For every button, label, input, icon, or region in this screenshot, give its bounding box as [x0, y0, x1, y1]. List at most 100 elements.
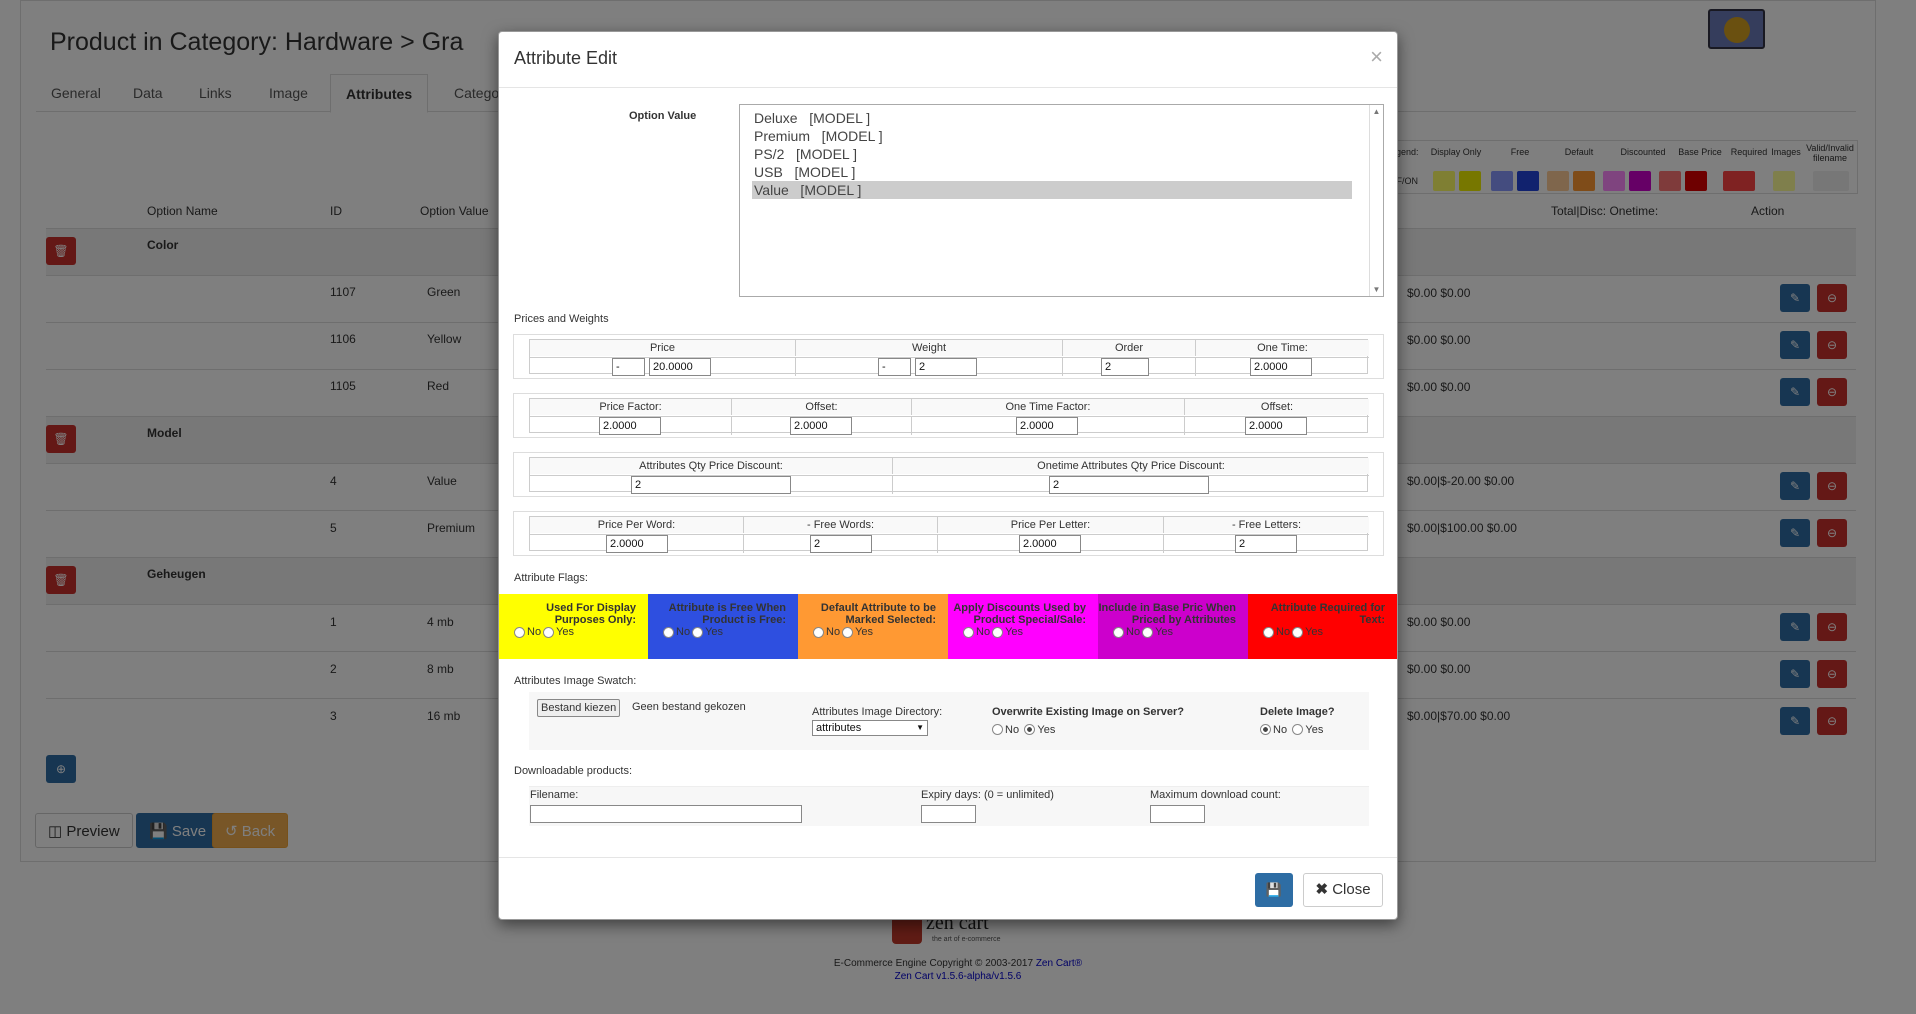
- onetime-input[interactable]: 2.0000: [1250, 358, 1312, 376]
- onetime-qty-discount-input[interactable]: 2: [1049, 476, 1209, 494]
- overwrite-yes-radio[interactable]: [1024, 724, 1036, 736]
- image-directory-value: attributes: [816, 722, 862, 734]
- modal-close-button[interactable]: ✖ Close: [1303, 873, 1383, 907]
- free-letters-input[interactable]: 2: [1235, 535, 1297, 553]
- flag-default: Default Attribute to be Marked Selected:…: [798, 594, 948, 659]
- order-header: Order: [1063, 340, 1196, 356]
- qty-discount-input[interactable]: 2: [631, 476, 791, 494]
- option-scrollbar[interactable]: ▲ ▼: [1369, 105, 1383, 296]
- choose-file-button[interactable]: Bestand kiezen: [537, 699, 621, 717]
- default-yes-radio[interactable]: [842, 626, 854, 638]
- price-weight-panel: Price Weight Order One Time: - 20.0000 -…: [513, 334, 1384, 379]
- no-label: No: [1273, 723, 1288, 736]
- price-per-word-header: Price Per Word:: [530, 517, 744, 533]
- flag-discounts: Apply Discounts Used by Product Special/…: [948, 594, 1098, 659]
- free-yes-radio[interactable]: [692, 626, 704, 638]
- yes-label: Yes: [855, 626, 874, 639]
- option-deluxe[interactable]: Deluxe [MODEL ]: [752, 109, 1352, 127]
- close-icon: ✖: [1315, 881, 1333, 898]
- image-directory-select[interactable]: attributes ▼: [812, 720, 928, 736]
- yes-label: Yes: [1005, 626, 1024, 639]
- weight-prefix-select[interactable]: -: [878, 358, 911, 376]
- onetime-factor-header: One Time Factor:: [912, 399, 1185, 415]
- expiry-label: Expiry days: (0 = unlimited): [921, 789, 1054, 801]
- price-input[interactable]: 20.0000: [649, 358, 711, 376]
- price-per-word-table: Price Per Word: - Free Words: Price Per …: [529, 516, 1369, 553]
- option-usb[interactable]: USB [MODEL ]: [752, 163, 1352, 181]
- scroll-up-icon[interactable]: ▲: [1370, 107, 1383, 116]
- no-label: No: [1005, 723, 1020, 736]
- delete-yes-radio[interactable]: [1292, 724, 1304, 736]
- flag-label: Apply Discounts Used by Product Special/…: [953, 602, 1086, 626]
- yes-label: Yes: [1037, 723, 1056, 736]
- weight-header: Weight: [796, 340, 1063, 356]
- image-swatch-label: Attributes Image Swatch:: [514, 675, 637, 687]
- flag-free: Attribute is Free When Product is Free: …: [648, 594, 798, 659]
- price-per-letter-header: Price Per Letter:: [938, 517, 1164, 533]
- price-factor-input[interactable]: 2.0000: [599, 417, 661, 435]
- delete-no-radio[interactable]: [1260, 724, 1271, 736]
- weight-input[interactable]: 2: [915, 358, 977, 376]
- qty-discount-panel: Attributes Qty Price Discount: Onetime A…: [513, 452, 1384, 497]
- downloadable-label: Downloadable products:: [514, 765, 633, 777]
- price-per-word-panel: Price Per Word: - Free Words: Price Per …: [513, 511, 1384, 556]
- price-offset-input[interactable]: 2.0000: [790, 417, 852, 435]
- flag-base-price: Include in Base Pric When Priced by Attr…: [1098, 594, 1248, 659]
- max-download-input[interactable]: [1150, 805, 1205, 823]
- flag-label: Used For Display Purposes Only:: [546, 602, 636, 626]
- modal-save-button[interactable]: 💾: [1255, 873, 1293, 907]
- free-words-header: - Free Words:: [744, 517, 938, 533]
- price-per-word-input[interactable]: 2.0000: [606, 535, 668, 553]
- overwrite-no-radio[interactable]: [992, 724, 1003, 736]
- option-ps2[interactable]: PS/2 [MODEL ]: [752, 145, 1352, 163]
- onetime-offset-header: Offset:: [1185, 399, 1369, 415]
- discounts-yes-radio[interactable]: [992, 626, 1004, 638]
- free-words-input[interactable]: 2: [810, 535, 872, 553]
- onetime-qty-discount-header: Onetime Attributes Qty Price Discount:: [893, 458, 1369, 474]
- image-directory-label: Attributes Image Directory:: [812, 706, 943, 718]
- attribute-edit-modal: Attribute Edit × Option Value Deluxe [MO…: [498, 31, 1398, 920]
- default-no-radio[interactable]: [813, 626, 824, 638]
- no-label: No: [527, 626, 542, 639]
- chevron-down-icon: ▼: [916, 723, 924, 732]
- order-input[interactable]: 2: [1101, 358, 1149, 376]
- price-factor-panel: Price Factor: Offset: One Time Factor: O…: [513, 393, 1384, 438]
- no-label: No: [976, 626, 991, 639]
- base-no-radio[interactable]: [1113, 626, 1124, 638]
- scroll-down-icon[interactable]: ▼: [1370, 285, 1383, 294]
- qty-discount-header: Attributes Qty Price Discount:: [530, 458, 893, 474]
- required-no-radio[interactable]: [1263, 626, 1274, 638]
- close-label: Close: [1332, 881, 1371, 898]
- close-icon[interactable]: ×: [1370, 44, 1383, 70]
- price-per-letter-input[interactable]: 2.0000: [1019, 535, 1081, 553]
- onetime-factor-input[interactable]: 2.0000: [1016, 417, 1078, 435]
- display-no-radio[interactable]: [514, 626, 525, 638]
- yes-label: Yes: [1155, 626, 1174, 639]
- save-icon: 💾: [1265, 882, 1283, 897]
- option-premium[interactable]: Premium [MODEL ]: [752, 127, 1352, 145]
- flag-label: Default Attribute to be Marked Selected:: [820, 602, 936, 626]
- price-prefix-select[interactable]: -: [612, 358, 645, 376]
- delete-image-radios: No Yes: [1260, 722, 1325, 736]
- flag-label: Include in Base Pric When Priced by Attr…: [1098, 602, 1236, 626]
- required-yes-radio[interactable]: [1292, 626, 1304, 638]
- discounts-no-radio[interactable]: [963, 626, 974, 638]
- modal-header: Attribute Edit ×: [499, 32, 1397, 88]
- no-label: No: [1126, 626, 1141, 639]
- attribute-flags-label: Attribute Flags:: [514, 572, 588, 584]
- offset-header: Offset:: [732, 399, 912, 415]
- onetime-offset-input[interactable]: 2.0000: [1245, 417, 1307, 435]
- expiry-input[interactable]: [921, 805, 976, 823]
- flag-display-only: Used For Display Purposes Only: No Yes: [499, 594, 648, 659]
- base-yes-radio[interactable]: [1142, 626, 1154, 638]
- option-value-label: Option Value: [629, 110, 697, 122]
- option-value-selected[interactable]: Value [MODEL ]: [752, 181, 1352, 199]
- display-yes-radio[interactable]: [543, 626, 555, 638]
- free-no-radio[interactable]: [663, 626, 674, 638]
- filename-input[interactable]: [530, 805, 802, 823]
- flag-label: Attribute Required for Text:: [1270, 602, 1385, 626]
- free-letters-header: - Free Letters:: [1164, 517, 1369, 533]
- delete-image-label: Delete Image?: [1260, 706, 1335, 718]
- price-header: Price: [530, 340, 796, 356]
- option-value-select[interactable]: Deluxe [MODEL ] Premium [MODEL ] PS/2 [M…: [739, 104, 1384, 297]
